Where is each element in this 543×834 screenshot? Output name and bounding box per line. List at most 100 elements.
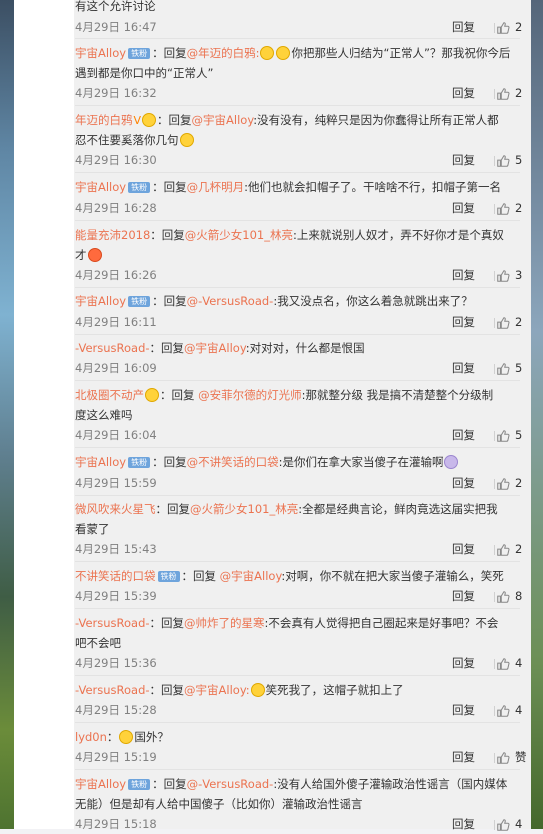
username-link[interactable]: 不讲笑话的口袋 (75, 569, 156, 583)
comment-meta: 4月29日 15:18 回复 4 (75, 815, 522, 834)
reply-button[interactable]: 回复 (452, 18, 475, 37)
username-link[interactable]: 微风吹来火星飞 (75, 502, 156, 516)
reply-button[interactable]: 回复 (452, 313, 475, 332)
username-link[interactable]: 宇宙Alloy (75, 777, 126, 791)
divider (75, 105, 520, 106)
comment-body: :没有人给国外傻子灌输政治性谣言（国内媒体 (273, 777, 508, 791)
username-link[interactable]: -VersusRoad- (75, 683, 150, 697)
username-link[interactable]: 宇宙Alloy (75, 46, 126, 60)
comment-body: :他们也就会扣帽子了。干啥啥不行，扣帽子第一名 (244, 180, 501, 194)
mention-link[interactable]: @安菲尔德的灯光师 (198, 388, 302, 402)
comment-body-line2: 看蒙了 (75, 521, 110, 536)
thumbs-up-icon[interactable] (496, 202, 510, 216)
comment-body: :那就整分级 我是搞不清楚整个分级制 (301, 388, 494, 402)
comment-text: 微风吹来火星飞：回复@火箭少女101_林亮:全都是经典言论，鲜肉竟选这届实把我 (75, 500, 521, 520)
comment-body-line2: 才 (75, 247, 87, 262)
comment-meta: 4月29日 16:32 回复 2 (75, 84, 523, 103)
mention-link[interactable]: @-VersusRoad- (187, 294, 274, 308)
mention-link[interactable]: @宇宙Alloy (220, 569, 282, 583)
thumbs-up-icon[interactable] (496, 543, 510, 557)
comment-meta: 4月29日 16:26 回复 3 (75, 266, 522, 285)
comment-time: 4月29日 16:09 (75, 360, 157, 375)
reply-prefix: ：回复 (152, 180, 187, 194)
reply-prefix: ：回复 (152, 46, 187, 60)
fan-badge: 铁粉 (157, 571, 180, 582)
like-count: 2 (515, 86, 523, 100)
like-count: 5 (515, 360, 523, 375)
mention-link[interactable]: @年迈的白鸦: (187, 46, 260, 60)
like-label: 赞 (515, 749, 527, 764)
mention-link[interactable]: @-VersusRoad- (187, 777, 274, 791)
thumbs-up-icon[interactable] (496, 818, 510, 832)
thumbs-up-icon[interactable] (496, 316, 510, 330)
comment-time: 4月29日 15:39 (75, 588, 157, 603)
thumbs-up-icon[interactable] (496, 751, 510, 765)
thumbs-up-icon[interactable] (496, 657, 510, 671)
username-link[interactable]: 能量充沛2018 (75, 228, 150, 242)
username-link[interactable]: 宇宙Alloy (75, 180, 126, 194)
thumbs-up-icon[interactable] (496, 87, 510, 101)
reply-button[interactable]: 回复 (452, 426, 475, 445)
grin-emoji-icon (276, 46, 291, 60)
reply-button[interactable]: 回复 (452, 359, 475, 378)
mention-link[interactable]: @宇宙Alloy (184, 341, 246, 355)
username-link[interactable]: -VersusRoad- (75, 341, 150, 355)
reply-prefix: ：回复 (149, 616, 185, 630)
reply-button[interactable]: 回复 (452, 199, 475, 218)
comment-text: 宇宙Alloy 铁粉 ：回复@-VersusRoad-:没有人给国外傻子灌输政治性谣… (75, 775, 521, 795)
reply-button[interactable]: 回复 (452, 815, 475, 834)
comment-meta: 4月29日 16:04 回复 5 (75, 426, 523, 445)
divider (75, 675, 520, 676)
list-item: -VersusRoad-：回复@宇宙Alloy:对对对，什么都是恨国 4月29日… (75, 339, 523, 378)
mention-link[interactable]: @几杯明月 (187, 180, 245, 194)
mention-link[interactable]: @宇宙Alloy: (184, 683, 250, 697)
thumbs-up-icon[interactable] (496, 362, 510, 376)
like-count: 4 (515, 702, 523, 717)
username-link[interactable]: 宇宙Alloy (75, 294, 126, 308)
mention-link[interactable]: @帅炸了的星寒 (184, 616, 265, 630)
reply-button[interactable]: 回复 (452, 748, 475, 767)
comment-body: :不会真有人觉得把自己圈起来是好事吧？不会 (264, 616, 499, 630)
thumbs-up-icon[interactable] (496, 590, 510, 604)
thumbs-up-icon[interactable] (496, 269, 510, 283)
comment-text: 宇宙Alloy 铁粉 ：回复@-VersusRoad-:我又没点名，你这么着急就跳出… (75, 292, 521, 312)
thumbs-up-icon[interactable] (496, 704, 510, 718)
reply-prefix: ：回复 (149, 683, 185, 697)
reply-button[interactable]: 回复 (452, 540, 475, 559)
mention-link[interactable]: @不讲笑话的口袋 (187, 455, 279, 469)
username-link[interactable]: lyd0n (75, 730, 107, 744)
mention-link[interactable]: @火箭少女101_林亮 (185, 228, 293, 242)
username-link[interactable]: 北极圈不动产 (75, 388, 144, 402)
username-link[interactable]: 宇宙Alloy (75, 455, 126, 469)
thumbs-up-icon[interactable] (496, 154, 510, 168)
fan-badge: 铁粉 (128, 182, 151, 193)
comment-text: -VersusRoad-：回复@帅炸了的星寒:不会真有人觉得把自己圈起来是好事吧… (75, 614, 521, 634)
separator (494, 363, 495, 374)
comment-text: 北极圈不动产 ：回复 @安菲尔德的灯光师:那就整分级 我是搞不清楚整个分级制 (75, 386, 521, 406)
reply-button[interactable]: 回复 (452, 151, 475, 170)
mention-link[interactable]: @宇宙Alloy (192, 113, 254, 127)
comment-time: 4月29日 15:36 (75, 656, 157, 670)
comment-body: :我又没点名，你这么着急就跳出来了？ (273, 294, 473, 308)
divider (75, 769, 520, 770)
thumbs-up-icon[interactable] (496, 429, 510, 443)
reply-prefix: ：回复 (157, 113, 192, 127)
like-count: 2 (515, 200, 523, 215)
reply-button[interactable]: 回复 (452, 701, 475, 720)
comment-time: 4月29日 16:26 (75, 268, 157, 282)
like-count: 5 (515, 428, 523, 442)
reply-button[interactable]: 回复 (452, 266, 475, 285)
comment-body: :对对对，什么都是恨国 (245, 341, 365, 355)
comment-meta: 4月29日 16:11 回复 2 (75, 313, 522, 332)
crazy-emoji-icon (444, 455, 459, 469)
reply-button[interactable]: 回复 (452, 587, 475, 606)
reply-button[interactable]: 回复 (452, 474, 475, 493)
comment-time: 4月29日 16:32 (75, 86, 157, 100)
thumbs-up-icon[interactable] (496, 477, 510, 491)
mention-link[interactable]: @火箭少女101_林亮 (190, 502, 298, 516)
username-link[interactable]: 年迈的白鸦 (75, 113, 133, 127)
reply-button[interactable]: 回复 (452, 654, 475, 673)
reply-button[interactable]: 回复 (452, 84, 475, 103)
username-link[interactable]: -VersusRoad- (75, 616, 150, 630)
thumbs-up-icon[interactable] (496, 21, 510, 35)
